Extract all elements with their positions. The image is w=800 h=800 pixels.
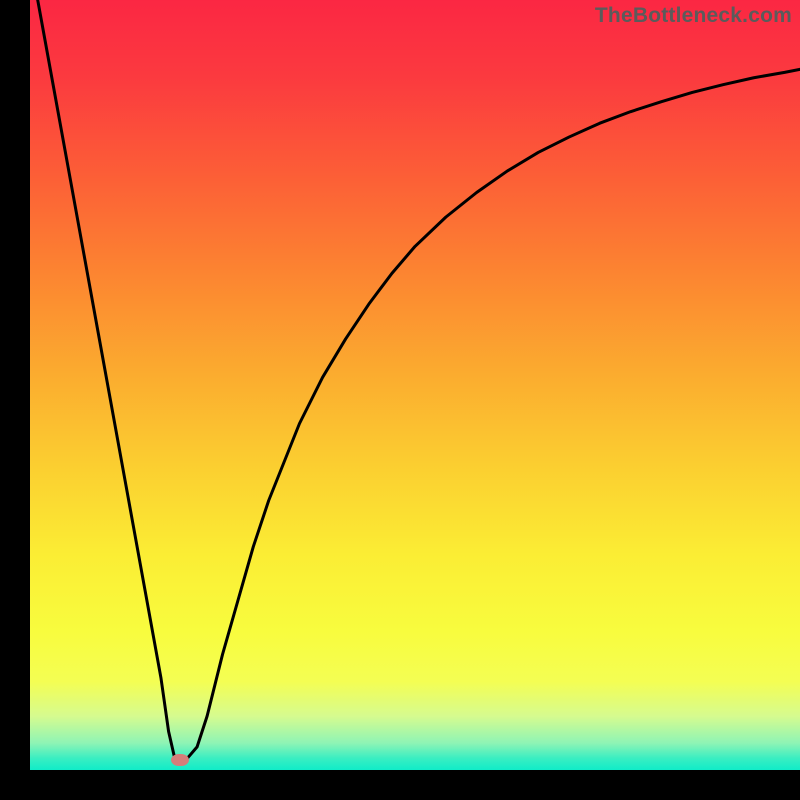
chart-svg: [30, 0, 800, 770]
watermark-label: TheBottleneck.com: [595, 4, 792, 28]
gradient-background: [30, 0, 800, 770]
minimum-marker: [171, 754, 189, 766]
chart-container: TheBottleneck.com: [30, 0, 800, 770]
